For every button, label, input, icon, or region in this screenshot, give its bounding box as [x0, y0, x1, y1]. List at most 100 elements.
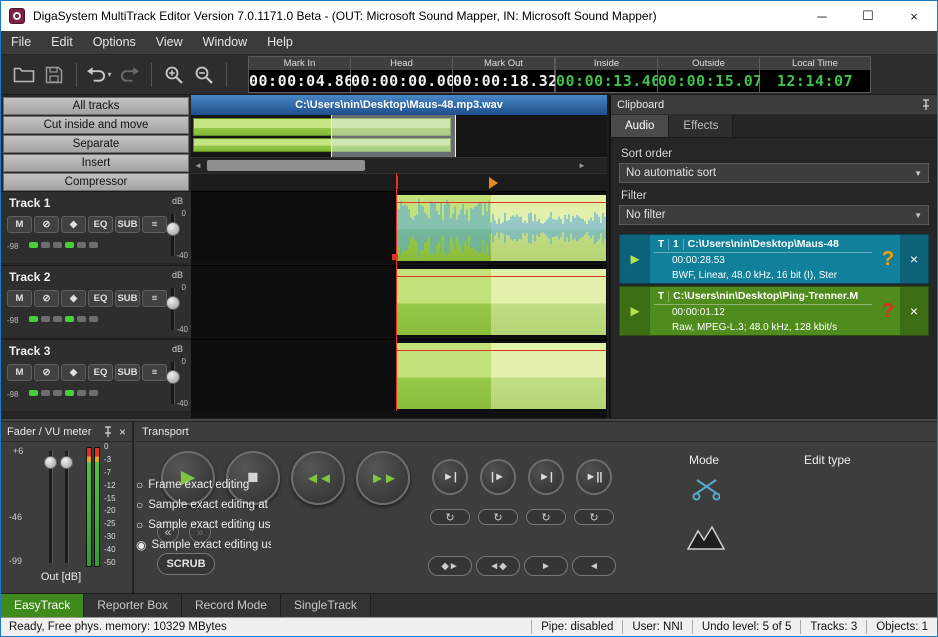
redo-button[interactable] [114, 61, 144, 89]
close-button[interactable]: × [891, 1, 937, 31]
play-to-end-button[interactable]: ►| [528, 459, 564, 495]
eq-button[interactable]: EQ [88, 364, 113, 381]
marker-triangle-icon[interactable] [489, 177, 498, 189]
pan-button[interactable]: ◆ [61, 364, 86, 381]
stop-button[interactable]: ■ [226, 451, 280, 505]
track-menu-button[interactable]: ≡ [142, 364, 167, 381]
track-fader-knob[interactable] [166, 296, 180, 310]
pin-icon[interactable] [103, 426, 113, 438]
cut-inside-and-move-button[interactable]: Cut inside and move [3, 116, 189, 134]
menu-view[interactable]: View [146, 31, 193, 54]
eq-button[interactable]: EQ [88, 290, 113, 307]
close-icon[interactable]: × [119, 426, 126, 438]
track-menu-button[interactable]: ≡ [142, 290, 167, 307]
mute-button[interactable]: M [7, 290, 32, 307]
loop-button[interactable]: ↻ [478, 509, 518, 525]
volume-envelope[interactable] [396, 202, 606, 203]
all-tracks-button[interactable]: All tracks [3, 97, 189, 115]
clip-handle[interactable] [392, 254, 398, 260]
sub-button[interactable]: SUB [115, 364, 140, 381]
track-fader-knob[interactable] [166, 222, 180, 236]
fast-forward-button[interactable]: ►► [356, 451, 410, 505]
solo-button[interactable]: ⊘ [34, 216, 59, 233]
solo-button[interactable]: ⊘ [34, 364, 59, 381]
audio-clip-selection[interactable] [491, 343, 606, 409]
zoom-in-button[interactable] [159, 61, 189, 89]
scroll-left-icon[interactable]: ◄ [191, 158, 205, 173]
zoom-out-button[interactable] [189, 61, 219, 89]
sort-order-dropdown[interactable]: No automatic sort ▼ [619, 163, 929, 183]
clipboard-item[interactable]: ► T 1 C:\Users\nin\Desktop\Maus-48 00:00… [619, 234, 929, 284]
nudge-left-button[interactable]: ◄ [572, 556, 616, 576]
loaded-file-title[interactable]: C:\Users\nin\Desktop\Maus-48.mp3.wav [191, 95, 607, 115]
minimize-button[interactable]: ─ [799, 1, 845, 31]
eq-button[interactable]: EQ [88, 216, 113, 233]
save-button[interactable] [39, 61, 69, 89]
audio-clip-selection[interactable] [491, 269, 606, 335]
sub-button[interactable]: SUB [115, 216, 140, 233]
clipboard-item[interactable]: ► T C:\Users\nin\Desktop\Ping-Trenner.M … [619, 286, 929, 336]
play-from-mark-button[interactable]: |► [480, 459, 516, 495]
track-2-waveform[interactable] [191, 265, 607, 337]
scrub-button[interactable]: SCRUB [157, 553, 215, 575]
play-button[interactable]: ► [161, 451, 215, 505]
envelope-mode-button[interactable] [687, 524, 725, 555]
nudge-right-button[interactable]: ► [524, 556, 568, 576]
tab-audio[interactable]: Audio [611, 115, 669, 137]
radio-frame-exact[interactable]: ○ Frame exact editing [136, 479, 271, 491]
radio-sample-exact-3-selected[interactable]: ◉ Sample exact editing us [136, 539, 271, 551]
menu-window[interactable]: Window [193, 31, 257, 54]
undo-dropdown-icon[interactable]: ▾ [107, 70, 111, 79]
menu-help[interactable]: Help [257, 31, 303, 54]
track-menu-button[interactable]: ≡ [142, 216, 167, 233]
clip-remove-button[interactable]: × [900, 287, 928, 335]
clip-play-button[interactable]: ► [620, 235, 650, 283]
scrollbar-thumb[interactable] [207, 160, 365, 171]
compressor-button[interactable]: Compressor [3, 173, 189, 191]
solo-button[interactable]: ⊘ [34, 290, 59, 307]
volume-envelope[interactable] [396, 276, 606, 277]
output-fader-knob-right[interactable] [60, 456, 73, 469]
maximize-button[interactable]: ☐ [845, 1, 891, 31]
pin-icon[interactable] [921, 99, 931, 111]
track-1-waveform[interactable] [191, 191, 607, 263]
loop-button[interactable]: ↻ [574, 509, 614, 525]
menu-file[interactable]: File [1, 31, 41, 54]
overview-waveform[interactable] [191, 115, 607, 157]
clip-play-button[interactable]: ► [620, 287, 650, 335]
radio-sample-exact-1[interactable]: ○ Sample exact editing at [136, 499, 271, 511]
loop-button[interactable]: ↻ [526, 509, 566, 525]
separate-button[interactable]: Separate [3, 135, 189, 153]
filter-dropdown[interactable]: No filter ▼ [619, 205, 929, 225]
cut-mode-button[interactable] [692, 478, 720, 507]
overview-selection[interactable] [331, 115, 456, 157]
playhead-cursor[interactable] [396, 173, 397, 411]
play-over-cut-button[interactable]: ►|| [576, 459, 612, 495]
menu-options[interactable]: Options [83, 31, 146, 54]
track-3-waveform[interactable] [191, 339, 607, 411]
sub-button[interactable]: SUB [115, 290, 140, 307]
radio-sample-exact-2[interactable]: ○ Sample exact editing us [136, 519, 271, 531]
marker-prev-button[interactable]: ◄◆ [476, 556, 520, 576]
undo-button[interactable]: ▾ [84, 61, 114, 89]
horizontal-scrollbar[interactable]: ◄ ► [191, 157, 607, 173]
tab-singletrack[interactable]: SingleTrack [281, 594, 371, 617]
insert-button[interactable]: Insert [3, 154, 189, 172]
play-to-mark-button[interactable]: ►| [432, 459, 468, 495]
tab-reporter-box[interactable]: Reporter Box [84, 594, 182, 617]
mute-button[interactable]: M [7, 216, 32, 233]
tab-effects[interactable]: Effects [669, 115, 733, 137]
clip-remove-button[interactable]: × [900, 235, 928, 283]
scroll-right-icon[interactable]: ► [575, 158, 589, 173]
menu-edit[interactable]: Edit [41, 31, 83, 54]
pan-button[interactable]: ◆ [61, 290, 86, 307]
timeline-ruler[interactable] [191, 173, 607, 191]
volume-envelope[interactable] [396, 350, 606, 351]
marker-next-button[interactable]: ◆► [428, 556, 472, 576]
rewind-button[interactable]: ◄◄ [291, 451, 345, 505]
output-fader-knob-left[interactable] [44, 456, 57, 469]
tab-record-mode[interactable]: Record Mode [182, 594, 281, 617]
open-button[interactable] [9, 61, 39, 89]
mute-button[interactable]: M [7, 364, 32, 381]
loop-button[interactable]: ↻ [430, 509, 470, 525]
